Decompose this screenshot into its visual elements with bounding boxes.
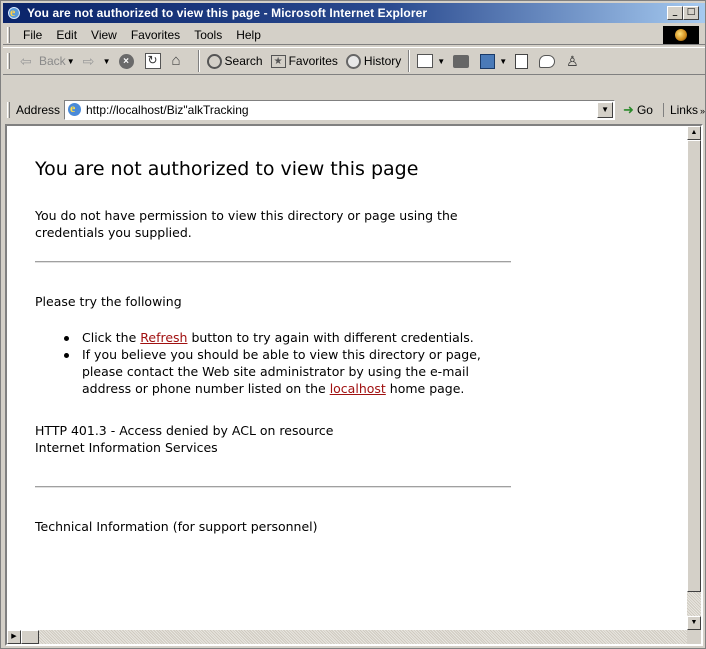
go-button[interactable]: ➜ Go bbox=[623, 102, 653, 118]
mail-button[interactable]: ▼ bbox=[413, 49, 449, 73]
bullet1-text-start: Click the bbox=[82, 330, 141, 345]
window-title: You are not authorized to view this page… bbox=[27, 6, 428, 20]
print-button[interactable] bbox=[449, 49, 476, 73]
vertical-scrollbar[interactable]: ▲ ▼ bbox=[687, 126, 701, 630]
messenger-button[interactable]: ♙ bbox=[562, 49, 587, 73]
menu-tools[interactable]: Tools bbox=[187, 28, 229, 42]
menu-grip-handle[interactable] bbox=[7, 26, 10, 43]
ie-logo-icon: e bbox=[7, 5, 23, 20]
horizontal-scroll-thumb[interactable] bbox=[21, 630, 39, 644]
bullet2-text-end: home page. bbox=[385, 381, 465, 396]
minimize-button[interactable]: _ bbox=[667, 6, 683, 20]
links-label: Links bbox=[669, 103, 698, 117]
page-ie-icon: e bbox=[68, 101, 82, 117]
go-label: Go bbox=[636, 103, 653, 117]
menu-bar: File Edit View Favorites Tools Help bbox=[3, 25, 705, 45]
bullet-icon bbox=[64, 353, 69, 358]
menu-file[interactable]: File bbox=[16, 28, 49, 42]
history-button[interactable]: History bbox=[342, 49, 405, 73]
address-url: http://localhost/Biz"alkTracking bbox=[86, 103, 249, 117]
refresh-icon bbox=[144, 53, 161, 69]
favorites-star-icon: ★ bbox=[270, 54, 286, 68]
forward-arrow-icon: ⇨ bbox=[82, 53, 95, 69]
vertical-scroll-thumb[interactable] bbox=[687, 140, 701, 592]
discuss-icon bbox=[539, 54, 556, 68]
forward-dropdown-icon[interactable]: ▼ bbox=[103, 57, 111, 66]
search-label: Search bbox=[224, 54, 263, 68]
refresh-link[interactable]: Refresh bbox=[140, 330, 187, 345]
address-label: Address bbox=[15, 103, 60, 117]
menu-favorites[interactable]: Favorites bbox=[124, 28, 187, 42]
stop-button[interactable]: × bbox=[115, 49, 141, 73]
toolbar-separator-2 bbox=[408, 50, 411, 72]
edit-icon bbox=[480, 53, 496, 69]
divider bbox=[35, 261, 511, 263]
messenger-icon: ♙ bbox=[566, 53, 579, 69]
windows-throbber-icon bbox=[663, 26, 699, 44]
bullet1-text-end: button to try again with different crede… bbox=[187, 330, 474, 345]
address-bar: Address e http://localhost/Biz"alkTracki… bbox=[3, 99, 705, 121]
chevron-right-icon: » bbox=[699, 106, 705, 116]
menu-view[interactable]: View bbox=[84, 28, 124, 42]
mail-icon bbox=[417, 54, 434, 68]
favorites-button[interactable]: ★ Favorites bbox=[267, 49, 342, 73]
scroll-right-button[interactable]: ▶ bbox=[7, 630, 21, 644]
discuss-button[interactable] bbox=[535, 49, 562, 73]
browser-window: e You are not authorized to view this pa… bbox=[0, 0, 706, 649]
technical-info-heading: Technical Information (for support perso… bbox=[35, 519, 318, 534]
printer-icon bbox=[453, 54, 470, 68]
page-viewport: You are not authorized to view this page… bbox=[5, 124, 703, 646]
divider bbox=[35, 486, 511, 488]
scroll-corner bbox=[687, 630, 701, 644]
go-arrow-icon: ➜ bbox=[623, 102, 634, 117]
try-following-text: Please try the following bbox=[35, 294, 182, 309]
back-dropdown-icon[interactable]: ▼ bbox=[67, 57, 75, 66]
menu-edit[interactable]: Edit bbox=[49, 28, 84, 42]
refresh-button[interactable] bbox=[141, 49, 168, 73]
localhost-link[interactable]: localhost bbox=[330, 381, 386, 396]
document-icon bbox=[515, 53, 529, 69]
address-grip-handle[interactable] bbox=[7, 102, 10, 118]
permission-message: You do not have permission to view this … bbox=[35, 208, 458, 240]
links-button[interactable]: Links» bbox=[662, 103, 705, 117]
home-icon: ⌂ bbox=[171, 52, 181, 69]
page-heading: You are not authorized to view this page bbox=[35, 158, 419, 180]
suggestion-list: Click the Refresh button to try again wi… bbox=[35, 329, 513, 397]
back-button[interactable]: ⇦ Back ▼ bbox=[16, 49, 79, 73]
history-label: History bbox=[363, 54, 402, 68]
history-icon bbox=[345, 53, 361, 69]
back-label: Back bbox=[39, 54, 66, 68]
stop-icon: × bbox=[118, 53, 134, 69]
toolbar-separator bbox=[197, 50, 200, 72]
title-bar[interactable]: e You are not authorized to view this pa… bbox=[3, 3, 705, 23]
http-error-text: HTTP 401.3 - Access denied by ACL on res… bbox=[35, 423, 334, 438]
standard-toolbar: ⇦ Back ▼ ⇨ ▼ × ⌂ Search ★ Favorites Hist… bbox=[3, 47, 705, 75]
list-item: Click the Refresh button to try again wi… bbox=[64, 329, 513, 346]
address-input[interactable]: e http://localhost/Biz"alkTracking ▼ bbox=[64, 100, 616, 120]
document-button[interactable] bbox=[511, 49, 535, 73]
search-icon bbox=[206, 53, 222, 69]
bullet-icon bbox=[64, 336, 69, 341]
address-dropdown-icon[interactable]: ▼ bbox=[597, 102, 614, 118]
http-error-code: HTTP 401.3 - Access denied by ACL on res… bbox=[35, 422, 535, 456]
mail-dropdown-icon[interactable]: ▼ bbox=[437, 57, 445, 66]
iis-label: Internet Information Services bbox=[35, 440, 218, 455]
scroll-down-button[interactable]: ▼ bbox=[687, 616, 701, 630]
toolbar-grip-handle[interactable] bbox=[7, 53, 10, 69]
page-content: You are not authorized to view this page… bbox=[35, 136, 535, 535]
edit-dropdown-icon[interactable]: ▼ bbox=[499, 57, 507, 66]
edit-button[interactable]: ▼ bbox=[476, 49, 511, 73]
scroll-up-button[interactable]: ▲ bbox=[687, 126, 701, 140]
menu-help[interactable]: Help bbox=[229, 28, 268, 42]
home-button[interactable]: ⌂ bbox=[168, 49, 195, 73]
list-item: If you believe you should be able to vie… bbox=[64, 346, 513, 397]
maximize-button[interactable]: □ bbox=[683, 6, 699, 20]
favorites-label: Favorites bbox=[288, 54, 338, 68]
forward-button[interactable]: ⇨ ▼ bbox=[79, 49, 115, 73]
search-button[interactable]: Search bbox=[203, 49, 267, 73]
back-arrow-icon: ⇦ bbox=[20, 53, 32, 69]
horizontal-scrollbar[interactable]: ◀ ▶ bbox=[7, 630, 687, 644]
window-controls: _ □ bbox=[667, 6, 701, 20]
